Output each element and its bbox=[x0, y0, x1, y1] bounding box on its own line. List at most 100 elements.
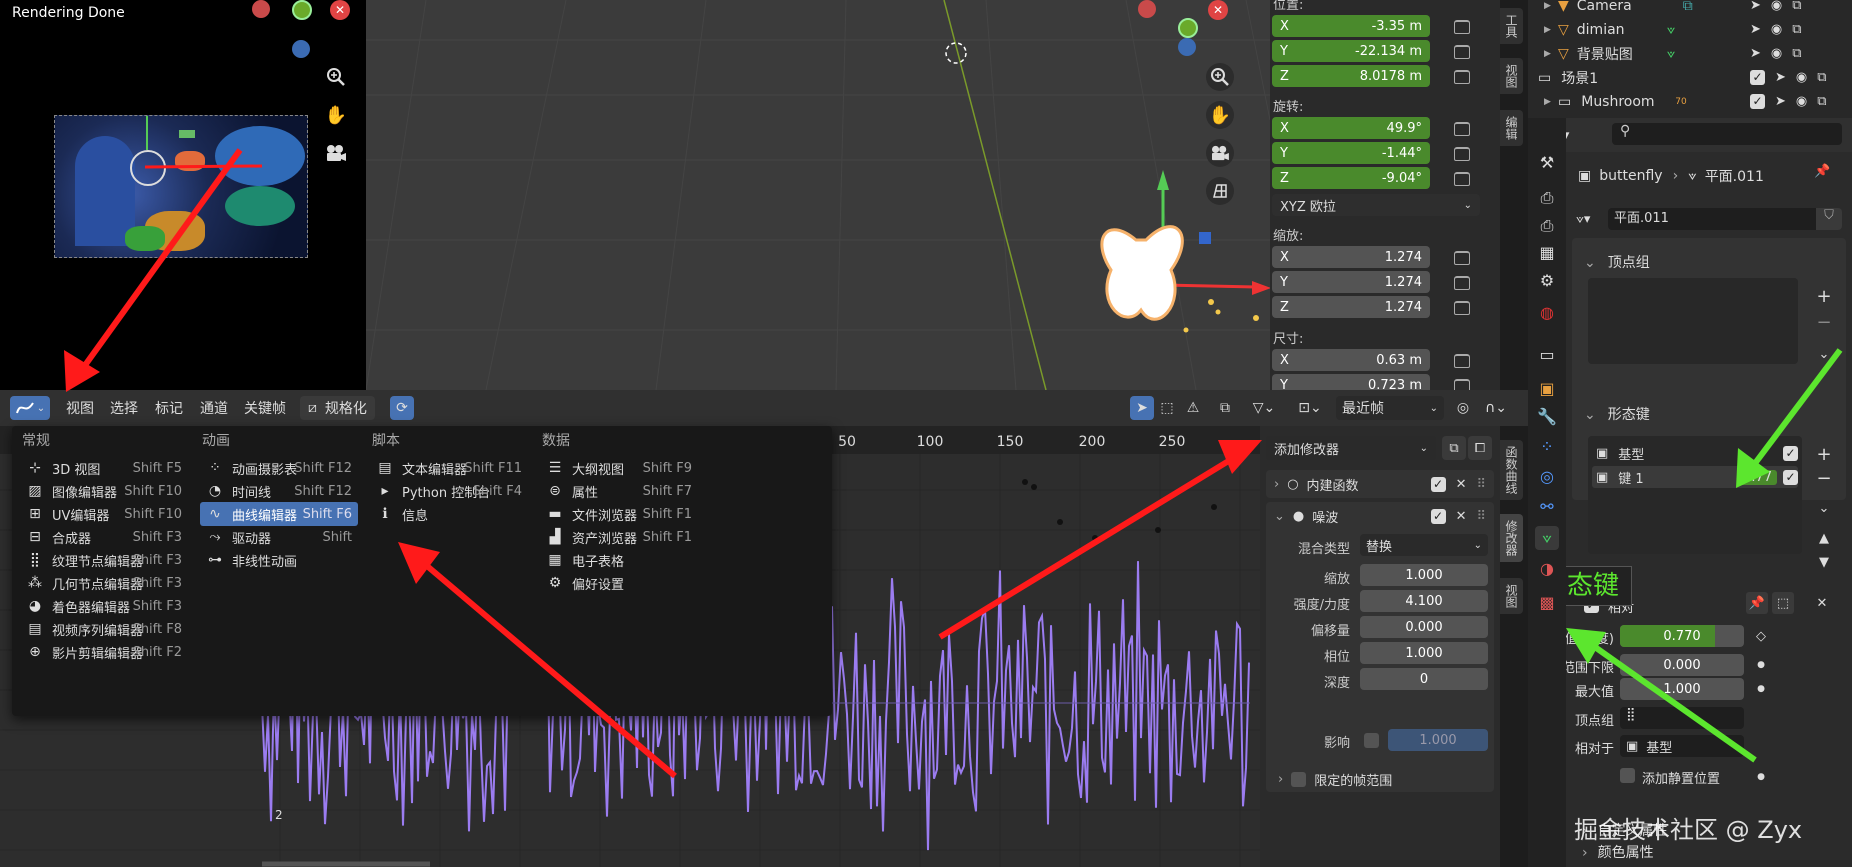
menu-item-compositor[interactable]: ⊟ 合成器 Shift F3 bbox=[20, 525, 188, 549]
color-attr-header[interactable]: › 颜色属性 bbox=[1582, 842, 1654, 862]
auto-normalize-icon[interactable]: ⟳ bbox=[390, 396, 414, 420]
vgroup-selector[interactable]: ⣿ bbox=[1620, 707, 1744, 729]
viewport-zoom-icon[interactable] bbox=[1206, 63, 1234, 91]
menu-item-asset-browser[interactable]: ▟ 资产浏览器 Shift F1 bbox=[540, 525, 698, 549]
scale-z-field[interactable]: Z 1.274 bbox=[1272, 296, 1430, 318]
lock-icon[interactable] bbox=[1454, 20, 1470, 34]
data-tab-icon[interactable]: ⟇ bbox=[1535, 526, 1559, 550]
rotation-x-field[interactable]: X 49.9° bbox=[1272, 117, 1430, 139]
lock-icon[interactable] bbox=[1454, 122, 1470, 136]
pivot-icon[interactable]: ⊡⌄ bbox=[1292, 396, 1328, 420]
keyframe-point[interactable] bbox=[1022, 479, 1028, 485]
noise-modifier-header[interactable]: ⌄ ● 噪波 ✓ ✕ ⠿ bbox=[1266, 502, 1494, 530]
editor-type-button[interactable]: ⌄ bbox=[10, 396, 50, 420]
modifier-tab-icon[interactable]: 🔧 bbox=[1535, 404, 1559, 428]
eye-icon[interactable]: ◉ bbox=[1796, 94, 1807, 109]
mesh-datablock-field[interactable]: ⟇▾ 平面.011 ⛉ bbox=[1576, 208, 1842, 230]
particles-tab-icon[interactable]: ⁘ bbox=[1535, 434, 1559, 458]
properties-search-input[interactable]: ⚲ bbox=[1612, 123, 1842, 145]
menu-item-nla[interactable]: ⊶ 非线性动画 bbox=[200, 548, 358, 572]
drag-handle-icon[interactable]: ⠿ bbox=[1476, 509, 1486, 524]
render-camera-icon[interactable]: ⧉ bbox=[1792, 22, 1801, 37]
menu-item-file-browser[interactable]: ▬ 文件浏览器 Shift F1 bbox=[540, 502, 698, 526]
pan-hand-icon[interactable]: ✋ bbox=[322, 101, 350, 129]
menu-item-graph[interactable]: ∿ 曲线编辑器 Shift F6 bbox=[200, 502, 358, 526]
location-z-field[interactable]: Z 8.0178 m bbox=[1272, 65, 1430, 87]
lock-icon[interactable] bbox=[1454, 45, 1470, 59]
blend-type-dropdown[interactable]: 替换 ⌄ bbox=[1360, 534, 1488, 556]
keyframe-point[interactable] bbox=[1092, 535, 1098, 541]
builtin-modifier-header[interactable]: › ○ 内建函数 ✓ ✕ ⠿ bbox=[1266, 470, 1494, 498]
shapekey-pin-icon[interactable]: 📌 bbox=[1746, 592, 1768, 614]
menu-item-texture-nodes[interactable]: ⣿ 纹理节点编辑器 Shift F3 bbox=[20, 548, 188, 572]
shape-key-key1-checkbox[interactable]: ✓ bbox=[1783, 469, 1798, 485]
render-camera-icon[interactable]: ⧉ bbox=[1792, 0, 1801, 13]
eye-icon[interactable]: ◉ bbox=[1796, 70, 1807, 85]
location-y-field[interactable]: Y -22.134 m bbox=[1272, 40, 1430, 62]
relative-to-selector[interactable]: ▣ 基型 bbox=[1620, 735, 1744, 757]
view-gizmo-red-dot[interactable] bbox=[1138, 0, 1156, 18]
outliner-row-dimian[interactable]: ▶ ▽ dimian ⟇ bbox=[1528, 18, 1852, 42]
location-x-field[interactable]: X -3.35 m bbox=[1272, 15, 1430, 37]
warning-icon[interactable]: ⚠ bbox=[1182, 396, 1204, 420]
select-toggle-icon[interactable]: ➤ bbox=[1775, 94, 1786, 109]
keyframe-point[interactable] bbox=[1211, 504, 1217, 510]
shape-key-row-key1[interactable]: ▣ 键 1 0.77 ✓ bbox=[1592, 466, 1798, 488]
normalize-toggle[interactable]: ⧄ 规格化 bbox=[300, 396, 375, 420]
snap-dropdown[interactable]: 最近帧 ⌄ bbox=[1336, 396, 1444, 420]
menu-item-sequencer[interactable]: ▤ 视频序列编辑器 Shift F8 bbox=[20, 617, 188, 641]
box-select-icon[interactable]: ⬚ bbox=[1156, 396, 1178, 420]
lock-icon[interactable] bbox=[1454, 147, 1470, 161]
drag-handle-icon[interactable]: ⠿ bbox=[1476, 477, 1486, 492]
scene-tab-icon[interactable]: ⚙ bbox=[1535, 268, 1559, 292]
menu-item-clip[interactable]: ⊕ 影片剪辑编辑器 Shift F2 bbox=[20, 640, 188, 664]
menu-item-timeline[interactable]: ◔ 时间线 Shift F12 bbox=[200, 479, 358, 503]
noise-field-value[interactable]: 4.100 bbox=[1360, 590, 1488, 612]
shape-key-basis-checkbox[interactable]: ✓ bbox=[1783, 445, 1798, 461]
menu-item-dopesheet[interactable]: ⁘ 动画摄影表 Shift F12 bbox=[200, 456, 358, 480]
noise-remove-icon[interactable]: ✕ bbox=[1456, 509, 1467, 524]
tab-view[interactable]: 视图 bbox=[1500, 58, 1523, 94]
paste-modifiers-icon[interactable]: ⧠ bbox=[1468, 436, 1492, 460]
influence-field[interactable]: 1.000 bbox=[1388, 729, 1488, 751]
menu-item-image[interactable]: ▨ 图像编辑器 Shift F10 bbox=[20, 479, 188, 503]
falloff-icon[interactable]: ∩⌄ bbox=[1478, 396, 1514, 420]
outliner-row-background[interactable]: ▶ ▽ 背景贴图 ⟇ bbox=[1528, 42, 1852, 66]
nav-gizmo-green-dot[interactable] bbox=[292, 0, 312, 20]
keyframe-diamond-icon[interactable]: ◇ bbox=[1752, 625, 1770, 647]
object-tab-icon[interactable]: ▣ bbox=[1535, 376, 1559, 400]
add-rest-checkbox[interactable] bbox=[1620, 768, 1635, 783]
3d-viewport[interactable]: ✕ ✋ bbox=[366, 0, 1270, 390]
tab-fcurve[interactable]: 函数曲线 bbox=[1500, 440, 1523, 500]
noise-field-value[interactable]: 0.000 bbox=[1360, 616, 1488, 638]
view-gizmo-green-dot[interactable] bbox=[1178, 18, 1198, 38]
shape-keys-header[interactable]: ⌄ 形态键 bbox=[1584, 404, 1650, 424]
select-toggle-icon[interactable]: ➤ bbox=[1750, 46, 1761, 61]
tab-edit[interactable]: 编辑 bbox=[1500, 110, 1523, 146]
render-camera-icon[interactable]: ⧉ bbox=[1792, 46, 1801, 61]
vgroup-remove-button[interactable]: − bbox=[1813, 312, 1835, 333]
viewport-pan-icon[interactable]: ✋ bbox=[1206, 101, 1234, 129]
frame-range-header[interactable]: › 限定的帧范围 bbox=[1278, 770, 1392, 789]
vertex-groups-header[interactable]: ⌄ 顶点组 bbox=[1584, 252, 1650, 272]
select-toggle-icon[interactable]: ➤ bbox=[1750, 22, 1761, 37]
nav-gizmo-blue-dot[interactable] bbox=[292, 40, 310, 58]
builtin-remove-icon[interactable]: ✕ bbox=[1456, 477, 1467, 492]
view-gizmo-blue-dot[interactable] bbox=[1178, 38, 1196, 56]
world-tab-icon[interactable]: ◍ bbox=[1535, 300, 1559, 324]
value-slider[interactable]: 0.770 bbox=[1620, 625, 1744, 647]
keyframe-point[interactable] bbox=[1031, 484, 1037, 490]
zoom-icon[interactable] bbox=[322, 63, 350, 91]
menu-item-preferences[interactable]: ⚙ 偏好设置 bbox=[540, 571, 698, 595]
menu-key[interactable]: 关键帧 bbox=[244, 396, 286, 420]
menu-item-console[interactable]: ▸ Python 控制台 Shift F4 bbox=[370, 479, 528, 503]
render-camera-icon[interactable]: ⧉ bbox=[1817, 70, 1826, 85]
scale-x-field[interactable]: X 1.274 bbox=[1272, 246, 1430, 268]
shapekey-move-up-button[interactable]: ▲ bbox=[1813, 528, 1835, 548]
exclude-checkbox[interactable]: ✓ bbox=[1750, 70, 1765, 85]
lock-icon[interactable] bbox=[1454, 276, 1470, 290]
menu-marker[interactable]: 标记 bbox=[155, 396, 183, 420]
vgroup-menu-button[interactable]: ⌄ bbox=[1813, 344, 1835, 364]
material-tab-icon[interactable]: ◑ bbox=[1535, 556, 1559, 580]
render-tab-icon[interactable]: ⎙ bbox=[1535, 186, 1559, 210]
